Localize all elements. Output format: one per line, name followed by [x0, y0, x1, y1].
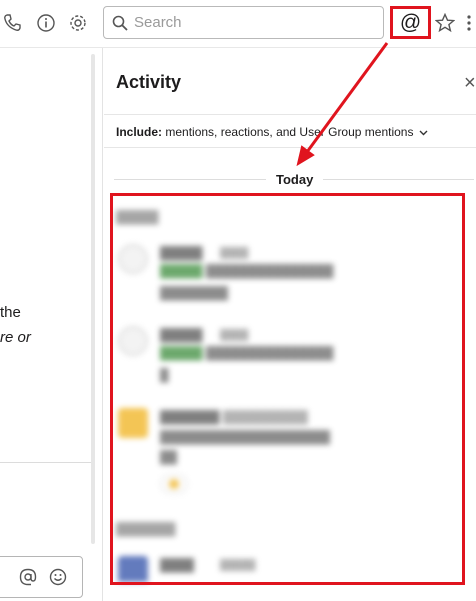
close-icon[interactable]: × [464, 72, 476, 95]
info-icon[interactable] [35, 12, 57, 34]
chevron-down-icon [419, 130, 428, 136]
at-icon: @ [399, 10, 422, 34]
message-text-italic: re or [0, 329, 31, 346]
star-icon[interactable] [434, 12, 456, 34]
filter-dropdown[interactable]: Include: mentions, reactions, and User G… [116, 125, 428, 139]
search-icon [112, 15, 128, 31]
filter-bar: Include: mentions, reactions, and User G… [104, 114, 476, 148]
search-box[interactable] [103, 6, 384, 39]
annotation-highlight-box [110, 193, 465, 585]
more-icon[interactable] [462, 12, 476, 34]
divider [0, 462, 91, 463]
message-composer[interactable] [0, 556, 83, 598]
emoji-icon[interactable] [47, 566, 69, 588]
channel-pane: the re or [0, 48, 103, 601]
day-divider-label: Today [266, 172, 324, 187]
top-toolbar: @ [0, 0, 476, 48]
panel-title: Activity [116, 72, 182, 92]
filter-value: mentions, reactions, and User Group ment… [165, 125, 414, 139]
message-text: the [0, 304, 21, 321]
at-icon[interactable] [17, 566, 39, 588]
scrollbar[interactable] [91, 54, 95, 544]
search-input[interactable] [134, 14, 374, 31]
mentions-button[interactable]: @ [390, 6, 431, 39]
phone-icon[interactable] [1, 12, 23, 34]
gear-icon[interactable] [67, 12, 89, 34]
filter-label: Include: [116, 125, 163, 139]
